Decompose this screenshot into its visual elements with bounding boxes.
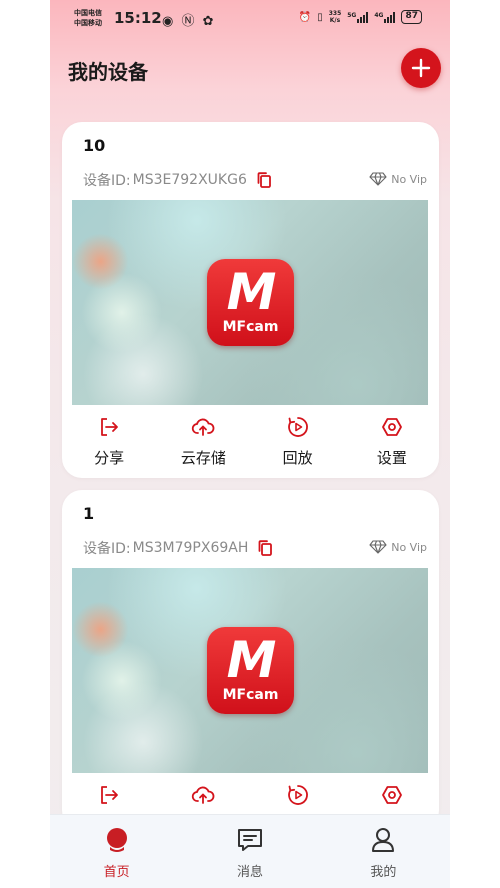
device-id: MS3E792XUKG6 (132, 172, 247, 188)
cloud-storage-button[interactable]: 云存储 (156, 415, 250, 468)
carrier-1: 中国电信 (74, 9, 102, 17)
device-actions (62, 783, 439, 807)
cloud-upload-icon (192, 786, 215, 804)
settings-button[interactable] (345, 783, 439, 807)
cloud-upload-icon (192, 418, 215, 436)
battery-indicator: 87 (401, 10, 422, 24)
signal-5g-icon: 5G (347, 11, 369, 23)
net-label-4g: 4G (374, 11, 384, 19)
device-name: 1 (83, 504, 95, 523)
share-button[interactable]: 分享 (62, 415, 156, 468)
home-camera-icon (106, 828, 127, 852)
device-card[interactable]: 1 设备ID: MS3M79PX69AH No Vip M MFcam (62, 490, 439, 830)
network-speed: 335 K/s (329, 10, 342, 24)
signal-4g-icon: 4G (374, 11, 396, 23)
device-actions: 分享 云存储 回放 设置 (62, 415, 439, 468)
add-device-button[interactable] (401, 48, 441, 88)
app-screen: 中国电信 中国移动 15:12 ◉ Ⓝ ✿ ⏰ ▯ 335 K/s 5G 4G … (50, 0, 450, 888)
tab-mine-label: 我的 (370, 865, 397, 880)
vip-label: No Vip (391, 172, 427, 186)
bottom-tab-bar: 首页 消息 我的 (50, 814, 450, 888)
tab-messages[interactable]: 消息 (183, 815, 316, 888)
vip-label: No Vip (391, 540, 427, 554)
alarm-icon: ⏰ (298, 11, 312, 23)
carrier-info: 中国电信 中国移动 (74, 8, 102, 28)
device-card[interactable]: 10 设备ID: MS3E792XUKG6 No Vip M MFcam 分享 … (62, 122, 439, 478)
vip-status[interactable]: No Vip (369, 172, 427, 186)
playback-label: 回放 (282, 449, 313, 467)
camera-preview[interactable]: M MFcam (72, 200, 428, 405)
status-bar: 中国电信 中国移动 15:12 ◉ Ⓝ ✿ ⏰ ▯ 335 K/s 5G 4G … (50, 0, 450, 36)
tab-messages-label: 消息 (236, 865, 263, 880)
logo-letter: M (226, 263, 277, 321)
device-id-row: 设备ID: MS3E792XUKG6 (83, 170, 273, 190)
system-indicators: ⏰ ▯ 335 K/s 5G 4G 87 (299, 10, 422, 24)
copy-icon[interactable] (255, 171, 273, 189)
eye-icon: ◉ (162, 14, 176, 29)
device-id-label: 设备ID: (83, 173, 131, 189)
settings-button[interactable]: 设置 (345, 415, 439, 468)
plus-icon (411, 58, 431, 78)
device-id-label: 设备ID: (83, 541, 131, 557)
share-icon (101, 786, 119, 804)
playback-button[interactable] (251, 783, 345, 807)
settings-label: 设置 (376, 449, 407, 467)
camera-preview[interactable]: M MFcam (72, 568, 428, 773)
tab-home-label: 首页 (103, 865, 130, 880)
share-icon (101, 418, 119, 436)
device-id: MS3M79PX69AH (132, 540, 249, 556)
device-name: 10 (83, 136, 106, 155)
net-label-5g: 5G (347, 11, 357, 19)
cloud-storage-label: 云存储 (180, 449, 226, 467)
settings-icon (381, 786, 402, 804)
diamond-icon (369, 172, 387, 186)
share-label: 分享 (94, 449, 125, 467)
notification-icons: ◉ Ⓝ ✿ (162, 10, 216, 29)
logo-letter: M (226, 631, 277, 689)
share-button[interactable] (62, 783, 156, 807)
page-title: 我的设备 (68, 60, 148, 84)
speed-unit: K/s (329, 17, 341, 24)
speed-value: 335 (328, 10, 342, 17)
playback-icon (287, 785, 308, 805)
playback-button[interactable]: 回放 (251, 415, 345, 468)
user-icon (372, 828, 395, 852)
playback-icon (287, 417, 308, 437)
mfcam-logo: M MFcam (207, 259, 294, 346)
mfcam-logo: M MFcam (207, 627, 294, 714)
wechat-icon: ✿ (202, 14, 216, 29)
tab-mine[interactable]: 我的 (317, 815, 450, 888)
vibrate-icon: ▯ (317, 11, 323, 23)
tab-home[interactable]: 首页 (50, 815, 183, 888)
message-icon (237, 829, 262, 851)
vip-status[interactable]: No Vip (369, 540, 427, 554)
clock: 15:12 (114, 9, 162, 27)
logo-text: MFcam (222, 687, 279, 703)
carrier-2: 中国移动 (74, 19, 102, 27)
logo-text: MFcam (222, 319, 279, 335)
diamond-icon (369, 540, 387, 554)
copy-icon[interactable] (256, 539, 274, 557)
cloud-storage-button[interactable] (156, 783, 250, 807)
settings-icon (381, 418, 402, 436)
nfc-icon: Ⓝ (181, 14, 197, 29)
device-id-row: 设备ID: MS3M79PX69AH (83, 538, 274, 558)
